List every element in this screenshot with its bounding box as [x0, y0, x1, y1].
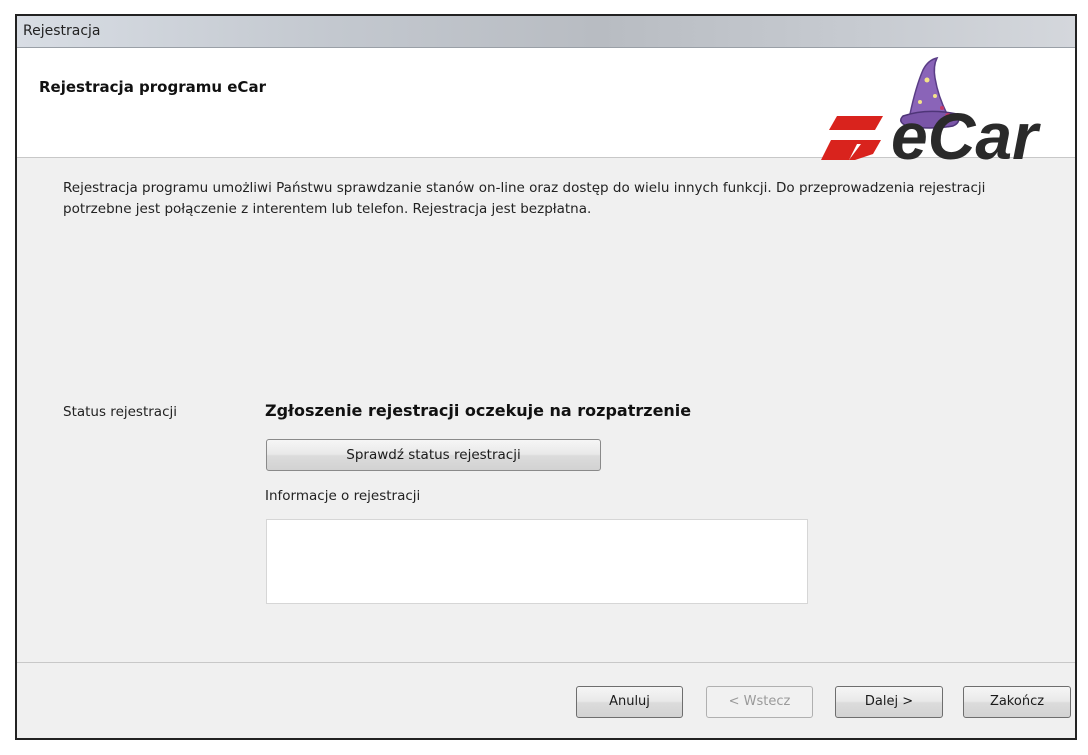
logo-text: eCar	[891, 99, 1041, 160]
wizard-content: Rejestracja programu umożliwi Państwu sp…	[17, 158, 1075, 678]
ecar-logo: eCar	[821, 56, 1041, 160]
cancel-button[interactable]: Anuluj	[576, 686, 683, 718]
registration-info-field[interactable]	[266, 519, 808, 604]
footer-divider	[17, 662, 1075, 663]
registration-window: Rejestracja Rejestracja programu eCar eC…	[15, 14, 1077, 740]
page-title: Rejestracja programu eCar	[39, 78, 266, 96]
next-button[interactable]: Dalej >	[835, 686, 943, 718]
description-text: Rejestracja programu umożliwi Państwu sp…	[63, 180, 986, 217]
status-label: Status rejestracji	[63, 404, 177, 420]
window-title: Rejestracja	[23, 23, 101, 39]
status-value: Zgłoszenie rejestracji oczekuje na rozpa…	[265, 401, 692, 420]
check-status-button[interactable]: Sprawdź status rejestracji	[266, 439, 601, 471]
back-button[interactable]: < Wstecz	[706, 686, 813, 718]
wizard-header: Rejestracja programu eCar eCar	[17, 48, 1075, 160]
finish-button[interactable]: Zakończ	[963, 686, 1071, 718]
info-label: Informacje o rejestracji	[265, 488, 421, 504]
title-bar[interactable]: Rejestracja	[17, 16, 1075, 48]
